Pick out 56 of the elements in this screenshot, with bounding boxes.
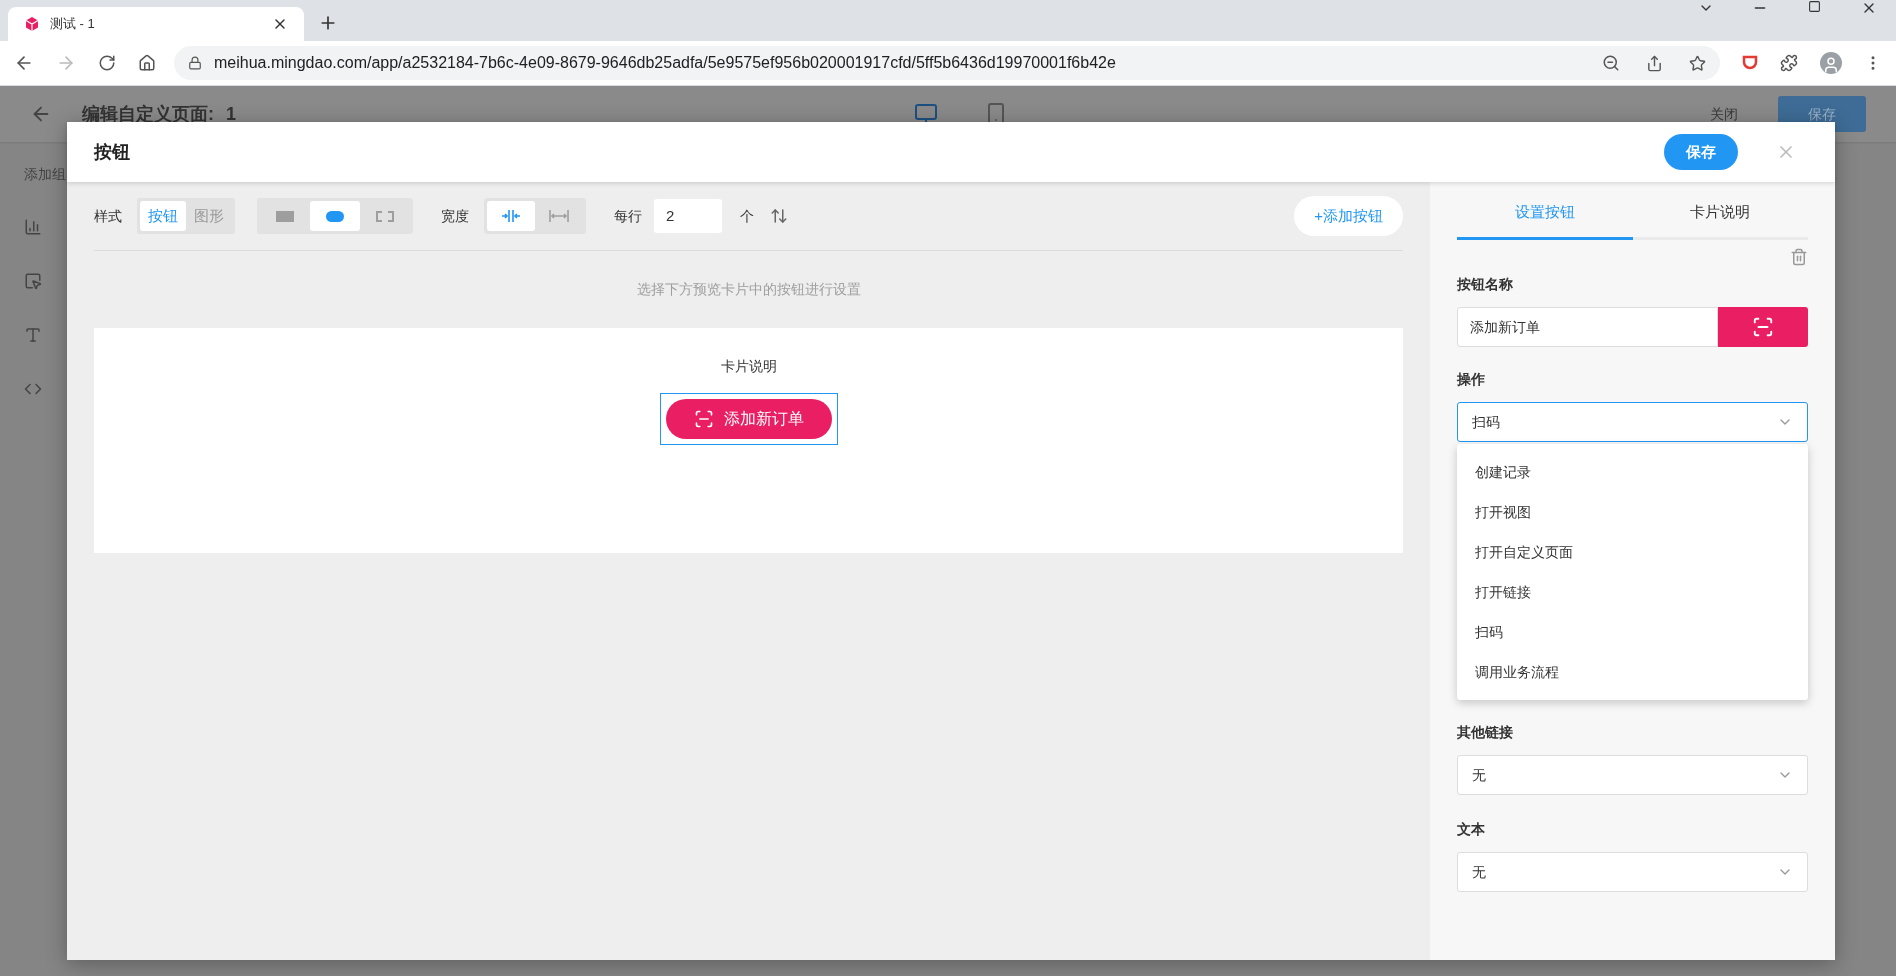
extension-icon[interactable]: [1742, 55, 1758, 71]
share-icon[interactable]: [1646, 54, 1663, 72]
expand-width-icon: [549, 209, 569, 223]
home-icon[interactable]: [138, 54, 156, 72]
other-link-select[interactable]: 无: [1457, 755, 1808, 795]
cube-logo-icon: [24, 16, 40, 32]
profile-avatar[interactable]: [1820, 52, 1842, 74]
maximize-icon[interactable]: [1808, 0, 1821, 13]
sidebar-heading: 添加组: [24, 165, 67, 184]
sort-icon[interactable]: [770, 207, 788, 225]
shape-option[interactable]: [310, 201, 360, 231]
text-label: 文本: [1457, 820, 1486, 839]
card-title: 卡片说明: [720, 357, 777, 376]
delete-icon[interactable]: [1790, 248, 1808, 266]
pill-icon: [326, 210, 344, 222]
lock-icon: [188, 56, 202, 70]
address-field[interactable]: meihua.mingdao.com/app/a2532184-7b6c-4e09-8679-9646db25adfa/5e9575ef956b020001917cfd/5ff5b6436d19970001f6b42e: [174, 46, 1720, 80]
dashed-rectangle-icon: [376, 210, 394, 222]
compress-width-icon: [501, 209, 521, 223]
button-icon: [24, 272, 42, 290]
operation-label: 操作: [1457, 370, 1486, 389]
zoom-out-icon[interactable]: [1602, 54, 1620, 72]
rectangle-icon: [276, 210, 294, 222]
extensions-icon[interactable]: [1780, 54, 1798, 72]
icon-picker-button[interactable]: [1718, 307, 1808, 347]
name-label: 按钮名称: [1457, 275, 1514, 294]
dropdown-option[interactable]: 创建记录: [1457, 452, 1808, 492]
text-icon: [24, 326, 42, 344]
per-row-field[interactable]: 2: [654, 199, 722, 233]
bookmark-star-icon[interactable]: [1689, 54, 1706, 72]
text-select[interactable]: 无: [1457, 852, 1808, 892]
tab-title: 测试 - 1: [50, 15, 96, 34]
page-name: 1: [226, 102, 236, 126]
dropdown-option[interactable]: 打开视图: [1457, 492, 1808, 532]
scan-icon: [693, 409, 714, 429]
button-name-field[interactable]: 添加新订单: [1457, 307, 1718, 347]
dropdown-option[interactable]: 打开链接: [1457, 572, 1808, 612]
browser-tab[interactable]: 测试 - 1: [8, 7, 304, 41]
dropdown-option[interactable]: 调用业务流程: [1457, 652, 1808, 692]
per-row-label: 每行: [614, 206, 642, 226]
scan-icon: [1752, 316, 1774, 338]
dropdown-option[interactable]: 打开自定义页面: [1457, 532, 1808, 572]
selected-button-frame[interactable]: 添加新订单: [659, 393, 838, 445]
preview-button[interactable]: 添加新订单: [665, 399, 832, 439]
style-label: 样式: [94, 206, 122, 226]
panel-tab[interactable]: 卡片说明: [1632, 188, 1808, 240]
page-title: 编辑自定义页面:: [82, 102, 214, 126]
other-link-label: 其他链接: [1457, 723, 1514, 742]
hint-text: 选择下方预览卡片中的按钮进行设置: [636, 280, 861, 299]
width-label: 宽度: [441, 206, 469, 226]
operation-select[interactable]: 扫码: [1457, 402, 1808, 442]
reload-icon[interactable]: [98, 54, 116, 72]
per-row-unit: 个: [740, 206, 754, 226]
bar-chart-icon: [24, 218, 42, 236]
dropdown-option[interactable]: 扫码: [1457, 612, 1808, 652]
dialog-title: 按钮: [94, 140, 130, 164]
